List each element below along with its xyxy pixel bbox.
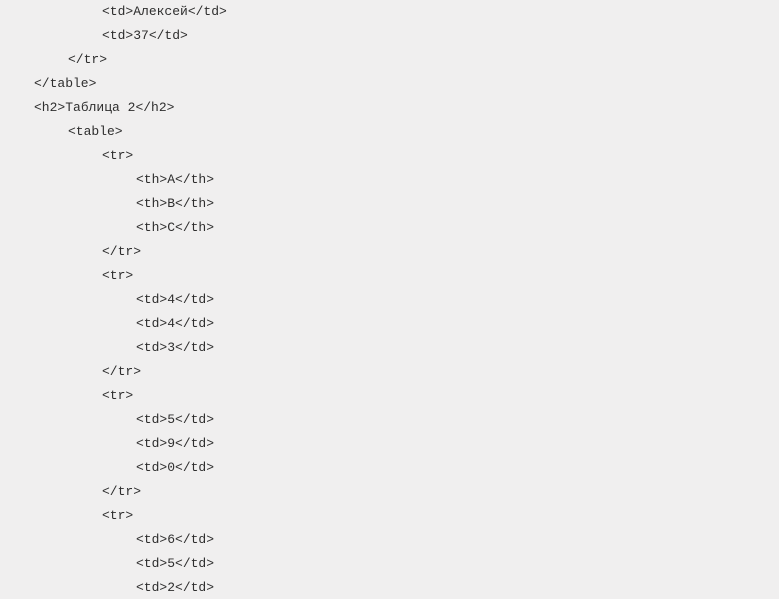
code-line: <td>4</td> <box>0 288 214 312</box>
code-block: <td>Алексей</td> <td>37</td> </tr> </tab… <box>0 0 779 599</box>
code-text: A <box>167 172 175 187</box>
code-text: C <box>167 220 175 235</box>
code-text: Таблица 2 <box>65 100 135 115</box>
code-tag: <td> <box>136 436 167 451</box>
code-text: 5 <box>167 412 175 427</box>
code-line: <th>A</th> <box>0 168 214 192</box>
code-tag: </td> <box>175 316 214 331</box>
code-text: 2 <box>167 580 175 595</box>
code-tag: <td> <box>136 340 167 355</box>
code-tag: <td> <box>136 580 167 595</box>
code-line: <td>6</td> <box>0 528 214 552</box>
code-tag: <tr> <box>102 508 133 523</box>
code-line: <tr> <box>0 144 133 168</box>
code-line: <td>Алексей</td> <box>0 0 227 24</box>
code-tag: <td> <box>136 532 167 547</box>
code-tag: <td> <box>102 4 133 19</box>
code-tag: <td> <box>136 460 167 475</box>
code-tag: <td> <box>136 316 167 331</box>
code-tag: <td> <box>136 412 167 427</box>
code-line: </tr> <box>0 48 107 72</box>
code-line: <table> <box>0 120 123 144</box>
code-tag: <th> <box>136 220 167 235</box>
code-tag: <tr> <box>102 388 133 403</box>
code-line: <th>B</th> <box>0 192 214 216</box>
code-line: <td>0</td> <box>0 456 214 480</box>
code-tag: </td> <box>175 460 214 475</box>
code-line: <tr> <box>0 384 133 408</box>
code-line: <td>2</td> <box>0 576 214 599</box>
code-tag: </td> <box>175 340 214 355</box>
code-line: <tr> <box>0 264 133 288</box>
code-text: B <box>167 196 175 211</box>
code-text: 0 <box>167 460 175 475</box>
code-tag: <tr> <box>102 268 133 283</box>
code-tag: <th> <box>136 196 167 211</box>
code-text: 5 <box>167 556 175 571</box>
code-line: <td>5</td> <box>0 408 214 432</box>
code-text: 4 <box>167 316 175 331</box>
code-line: <td>4</td> <box>0 312 214 336</box>
code-tag: </tr> <box>102 364 141 379</box>
code-tag: </h2> <box>135 100 174 115</box>
code-text: 9 <box>167 436 175 451</box>
code-text: 37 <box>133 28 149 43</box>
code-tag: </tr> <box>68 52 107 67</box>
code-tag: <td> <box>136 292 167 307</box>
code-line: <td>37</td> <box>0 24 188 48</box>
code-tag: </td> <box>175 532 214 547</box>
code-line: <td>9</td> <box>0 432 214 456</box>
code-tag: </td> <box>188 4 227 19</box>
code-tag: <th> <box>136 172 167 187</box>
code-tag: <td> <box>136 556 167 571</box>
code-line: <tr> <box>0 504 133 528</box>
code-tag: </td> <box>175 580 214 595</box>
code-tag: </tr> <box>102 244 141 259</box>
code-tag: </th> <box>175 220 214 235</box>
code-line: </tr> <box>0 240 141 264</box>
code-tag: </td> <box>149 28 188 43</box>
code-tag: </td> <box>175 412 214 427</box>
code-tag: </td> <box>175 292 214 307</box>
code-text: Алексей <box>133 4 188 19</box>
code-line: </tr> <box>0 480 141 504</box>
code-line: <td>5</td> <box>0 552 214 576</box>
code-line: <th>C</th> <box>0 216 214 240</box>
code-tag: <h2> <box>34 100 65 115</box>
code-line: </tr> <box>0 360 141 384</box>
code-tag: <table> <box>68 124 123 139</box>
code-tag: </th> <box>175 172 214 187</box>
code-tag: </th> <box>175 196 214 211</box>
code-tag: </td> <box>175 556 214 571</box>
code-line: <td>3</td> <box>0 336 214 360</box>
code-line: </table> <box>0 72 96 96</box>
code-tag: <tr> <box>102 148 133 163</box>
code-tag: </tr> <box>102 484 141 499</box>
code-tag: </table> <box>34 76 96 91</box>
code-text: 3 <box>167 340 175 355</box>
code-tag: <td> <box>102 28 133 43</box>
code-text: 4 <box>167 292 175 307</box>
code-line: <h2>Таблица 2</h2> <box>0 96 174 120</box>
code-tag: </td> <box>175 436 214 451</box>
code-text: 6 <box>167 532 175 547</box>
